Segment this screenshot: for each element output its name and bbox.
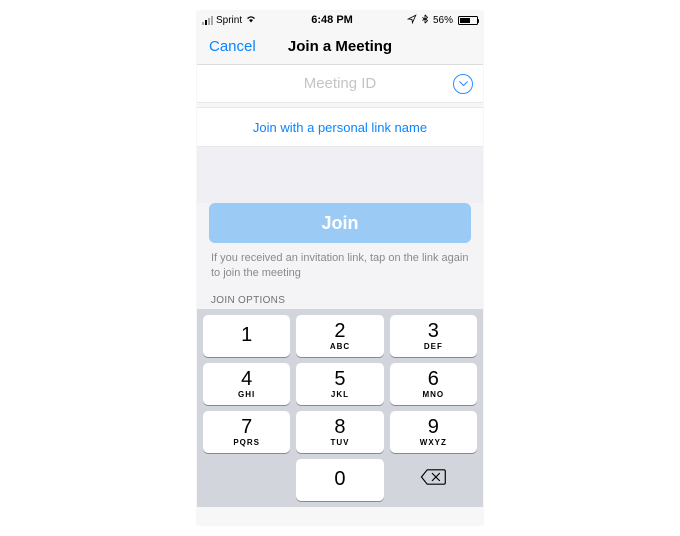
numeric-keypad: 1 2ABC 3DEF 4GHI 5JKL 6MNO 7PQRS 8TUV 9W… [197,309,483,507]
meeting-id-input[interactable]: Meeting ID [304,75,377,92]
phone-frame: Sprint 6:48 PM 56% Cancel Join a Meeting… [197,11,483,525]
key-6[interactable]: 6MNO [390,363,477,405]
signal-icon [202,16,213,25]
key-4[interactable]: 4GHI [203,363,290,405]
battery-icon [456,16,478,25]
join-options-header: JOIN OPTIONS [209,295,471,309]
key-2[interactable]: 2ABC [296,315,383,357]
key-3[interactable]: 3DEF [390,315,477,357]
personal-link-button[interactable]: Join with a personal link name [253,120,427,135]
join-button[interactable]: Join [209,203,471,243]
hint-text: If you received an invitation link, tap … [209,251,471,295]
battery-pct: 56% [433,15,453,26]
bluetooth-icon [420,14,430,27]
personal-link-row[interactable]: Join with a personal link name [197,107,483,147]
status-left: Sprint [202,14,257,26]
key-9[interactable]: 9WXYZ [390,411,477,453]
key-7[interactable]: 7PQRS [203,411,290,453]
carrier-label: Sprint [216,15,242,26]
location-icon [407,14,417,27]
backspace-icon [420,467,446,492]
wifi-icon [245,14,257,26]
key-1[interactable]: 1 [203,315,290,357]
status-time: 6:48 PM [311,14,353,26]
content-area: Join If you received an invitation link,… [197,203,483,309]
status-right: 56% [407,14,478,27]
backspace-key[interactable] [390,459,477,501]
key-blank [203,459,290,501]
key-5[interactable]: 5JKL [296,363,383,405]
key-0[interactable]: 0 [296,459,383,501]
status-bar: Sprint 6:48 PM 56% [197,11,483,29]
key-8[interactable]: 8TUV [296,411,383,453]
spacer [197,147,483,203]
nav-bar: Cancel Join a Meeting [197,29,483,65]
meeting-id-dropdown-button[interactable] [453,74,473,94]
meeting-id-row[interactable]: Meeting ID [197,65,483,103]
cancel-button[interactable]: Cancel [197,38,256,55]
